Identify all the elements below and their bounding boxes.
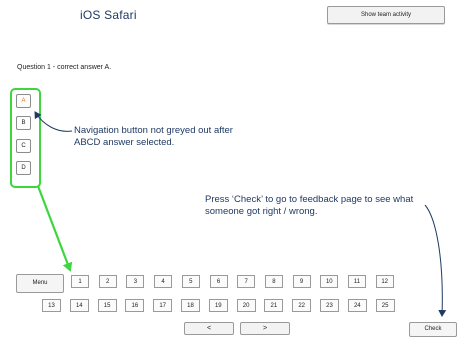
question-nav-button[interactable]: 17 xyxy=(153,299,173,312)
question-nav-button[interactable]: 15 xyxy=(97,299,117,312)
question-nav-button[interactable]: 12 xyxy=(375,275,394,288)
question-nav-button[interactable]: 21 xyxy=(264,299,284,312)
question-nav-button[interactable]: 9 xyxy=(292,275,311,288)
question-nav-button[interactable]: 24 xyxy=(347,299,367,312)
question-nav-button[interactable]: 8 xyxy=(264,275,283,288)
question-nav-button[interactable]: 10 xyxy=(320,275,339,288)
question-nav-button[interactable]: 4 xyxy=(154,275,173,288)
question-nav-button[interactable]: 25 xyxy=(375,299,395,312)
green-highlight-arrow xyxy=(36,185,73,272)
next-button[interactable]: > xyxy=(240,322,290,335)
question-nav-button[interactable]: 23 xyxy=(320,299,339,312)
question-nav-button[interactable]: 22 xyxy=(292,299,312,312)
question-nav-button[interactable]: 1 xyxy=(71,275,89,288)
question-nav-button[interactable]: 16 xyxy=(125,299,145,312)
question-nav-button[interactable]: 13 xyxy=(42,299,61,312)
question-nav-button[interactable]: 19 xyxy=(208,299,228,312)
question-nav-button[interactable]: 2 xyxy=(98,275,117,288)
check-button[interactable]: Check xyxy=(409,322,457,337)
question-nav-button[interactable]: 11 xyxy=(348,275,366,288)
question-nav-button[interactable]: 3 xyxy=(126,275,145,288)
question-nav-button[interactable]: 18 xyxy=(181,299,200,312)
question-nav-button[interactable]: 6 xyxy=(209,275,228,288)
menu-button[interactable]: Menu xyxy=(16,274,64,293)
nav-annotation-arrow xyxy=(34,111,73,132)
question-nav-button[interactable]: 14 xyxy=(69,299,89,312)
prev-button[interactable]: < xyxy=(184,322,234,335)
question-nav-button[interactable]: 5 xyxy=(181,275,200,288)
question-nav-button[interactable]: 7 xyxy=(237,275,256,288)
check-annotation-arrow xyxy=(424,204,447,317)
question-nav-button[interactable]: 20 xyxy=(236,299,256,312)
